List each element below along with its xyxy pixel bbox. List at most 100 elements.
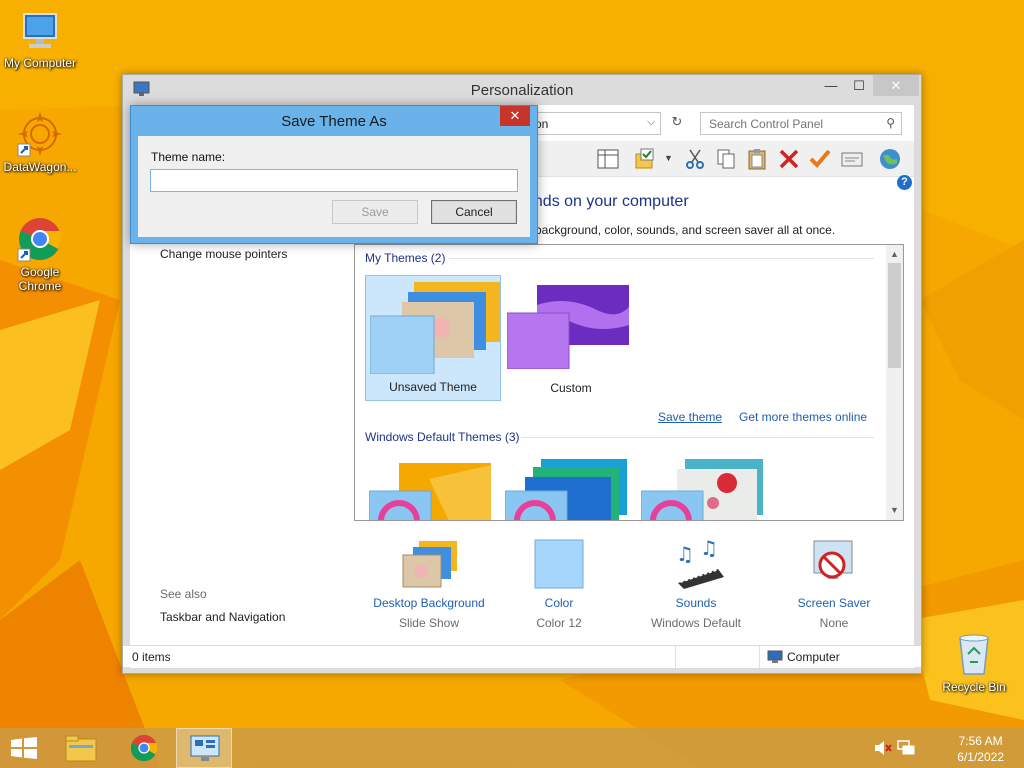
taskbar-control-panel[interactable]: [176, 728, 232, 768]
taskbar-chrome[interactable]: [116, 728, 172, 768]
status-bar: 0 items Computer: [123, 645, 921, 668]
chrome-icon: [17, 218, 62, 262]
my-themes-title: My Themes (2): [365, 251, 446, 265]
item-sub: Windows Default: [650, 616, 742, 630]
desktop-icon-label: Google Chrome: [18, 265, 62, 293]
copy-icon[interactable]: [714, 147, 738, 171]
divider: [759, 646, 760, 668]
cancel-button[interactable]: Cancel: [431, 200, 517, 224]
divider: [675, 646, 676, 668]
page-heading: unds on your computer: [525, 193, 689, 210]
search-icon[interactable]: ⚲: [886, 116, 895, 130]
help-icon[interactable]: ?: [897, 175, 912, 190]
network-icon[interactable]: [897, 740, 915, 756]
save-button[interactable]: Save: [332, 200, 418, 224]
paste-icon[interactable]: [745, 147, 769, 171]
chrome-icon: [130, 734, 158, 762]
datawagon-icon: [17, 112, 62, 157]
item-title: Color: [544, 596, 574, 610]
item-title: Sounds: [675, 596, 717, 610]
clock-time: 7:56 AM: [958, 734, 1003, 748]
vertical-scrollbar[interactable]: ▲ ▼: [886, 245, 903, 520]
scroll-up-icon[interactable]: ▲: [886, 249, 903, 259]
taskbar: 7:56 AM 6/1/2022: [0, 728, 1024, 768]
item-title: Screen Saver: [797, 596, 871, 610]
desktop-icon-google-chrome[interactable]: Google Chrome: [0, 215, 80, 293]
default-themes-title: Windows Default Themes (3): [365, 430, 520, 444]
screen-saver-item[interactable]: Screen Saver None: [764, 539, 904, 630]
see-also-title: See also: [160, 587, 207, 601]
computer-icon: [767, 650, 783, 663]
window-titlebar[interactable]: Personalization — ☐ ✕: [123, 75, 921, 105]
scroll-down-icon[interactable]: ▼: [886, 505, 903, 515]
properties-icon[interactable]: [840, 147, 864, 171]
taskbar-file-explorer[interactable]: [54, 728, 110, 768]
refresh-icon[interactable]: ↻: [666, 114, 688, 134]
change-mouse-pointers-link[interactable]: Change mouse pointers: [160, 247, 287, 261]
screen-saver-icon: [813, 540, 853, 579]
volume-muted-icon[interactable]: [874, 740, 892, 756]
theme-name-input[interactable]: [150, 169, 518, 192]
theme-unsaved[interactable]: Unsaved Theme: [365, 275, 501, 401]
themes-panel: My Themes (2) Unsaved Theme Custom Save …: [354, 244, 904, 521]
desktop-background-item[interactable]: Desktop Background Slide Show: [359, 539, 499, 630]
dialog-body: Theme name: Save Cancel: [138, 136, 530, 237]
search-box[interactable]: ⚲: [700, 112, 902, 135]
cut-icon[interactable]: [683, 147, 707, 171]
divider: [449, 258, 874, 259]
checkmark-icon[interactable]: [808, 147, 832, 171]
close-button[interactable]: ✕: [873, 75, 919, 96]
control-panel-icon: [190, 735, 220, 761]
color-swatch-icon: [534, 539, 584, 589]
globe-icon[interactable]: [878, 147, 902, 171]
delete-icon[interactable]: [777, 147, 801, 171]
theme-windows[interactable]: [369, 459, 495, 521]
dialog-close-button[interactable]: ✕: [500, 106, 530, 126]
item-sub: Color 12: [536, 616, 582, 630]
svg-text:♫: ♫: [700, 539, 718, 560]
save-theme-link[interactable]: Save theme: [658, 410, 722, 424]
desktop-icon-label: My Computer: [3, 56, 77, 70]
dialog-title[interactable]: Save Theme As: [131, 113, 537, 130]
desktop-background-icon: [402, 541, 457, 588]
clock-date: 6/1/2022: [957, 750, 1004, 764]
theme-custom[interactable]: Custom: [503, 275, 639, 401]
page-subheading: p background, color, sounds, and screen …: [525, 223, 836, 237]
status-location: Computer: [787, 650, 840, 664]
layout-pane-icon[interactable]: [596, 147, 620, 171]
theme-label: Custom: [550, 381, 592, 395]
start-button[interactable]: [0, 728, 56, 768]
system-clock[interactable]: 7:56 AM 6/1/2022: [957, 733, 1004, 765]
windows-logo-icon: [11, 737, 37, 759]
window-title: Personalization: [470, 82, 574, 99]
recycle-bin-icon: [959, 634, 989, 675]
desktop-icon-datawagon[interactable]: DataWagon...: [0, 110, 80, 174]
desktop-icon-label: Recycle Bin: [942, 680, 1006, 694]
desktop-icon-recycle-bin[interactable]: Recycle Bin: [934, 630, 1014, 694]
taskbar-navigation-link[interactable]: Taskbar and Navigation: [160, 610, 285, 624]
desktop-icon-my-computer[interactable]: My Computer: [0, 10, 80, 70]
search-input[interactable]: [707, 114, 877, 134]
status-items-count: 0 items: [132, 650, 171, 664]
desktop-icon-label: DataWagon...: [3, 160, 77, 174]
computer-icon: [23, 13, 57, 48]
chevron-down-icon[interactable]: ⌵: [647, 116, 655, 129]
folder-options-icon[interactable]: [633, 147, 657, 171]
scroll-thumb[interactable]: [888, 263, 901, 368]
divider: [521, 437, 874, 438]
item-sub: Slide Show: [398, 616, 460, 630]
sounds-icon: ♫ ♫: [676, 536, 724, 589]
theme-label: Unsaved Theme: [389, 380, 477, 394]
minimize-button[interactable]: —: [817, 75, 845, 96]
maximize-button[interactable]: ☐: [845, 75, 873, 96]
theme-preview: [507, 285, 629, 369]
chevron-down-icon[interactable]: ▼: [664, 153, 673, 163]
theme-flowers[interactable]: [641, 459, 767, 521]
get-more-themes-link[interactable]: Get more themes online: [739, 410, 867, 424]
color-item[interactable]: Color Color 12: [489, 539, 629, 630]
theme-preview: [370, 282, 500, 374]
save-theme-dialog: Save Theme As ✕ Theme name: Save Cancel: [130, 105, 538, 244]
item-sub: None: [819, 616, 849, 630]
sounds-item[interactable]: ♫ ♫ Sounds Windows Default: [626, 536, 766, 630]
theme-lines-and-colors[interactable]: [505, 459, 631, 521]
